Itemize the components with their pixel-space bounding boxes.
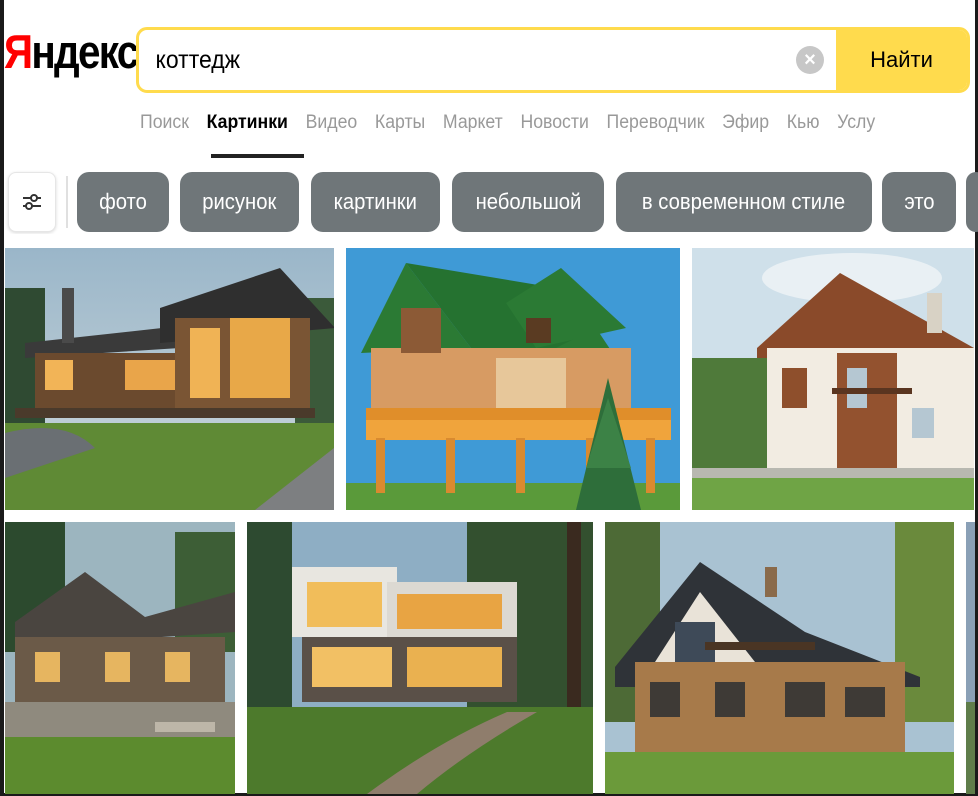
nav-services[interactable]: Услу: [837, 112, 875, 134]
logo-first-letter: Я: [4, 25, 33, 78]
services-nav: Поиск Картинки Видео Карты Маркет Новост…: [140, 112, 875, 134]
image-result-5[interactable]: [247, 522, 593, 794]
chip-label: небольшой: [475, 189, 581, 214]
image-result-4[interactable]: [5, 522, 235, 794]
chips-divider: [66, 176, 68, 228]
chip-small[interactable]: небольшой: [452, 172, 604, 232]
chip-label: рисунок: [202, 189, 277, 214]
chip-photo[interactable]: фото: [77, 172, 169, 232]
chip-this[interactable]: это: [882, 172, 956, 232]
brick-chalet-image: [605, 522, 954, 794]
active-tab-underline: [211, 154, 304, 158]
filter-button[interactable]: [8, 172, 56, 232]
wooden-chalet-image: [5, 248, 334, 510]
image-result-1[interactable]: [5, 248, 334, 510]
white-brown-house-image: [692, 248, 974, 510]
logo-rest: ндекс: [31, 25, 139, 78]
chip-label: это: [903, 189, 935, 214]
image-result-7[interactable]: [966, 522, 975, 794]
image-result-6[interactable]: [605, 522, 954, 794]
chip-label: фото: [99, 189, 147, 214]
chip-pictures[interactable]: картинки: [311, 172, 440, 232]
modern-white-villa-image: [247, 522, 593, 794]
chip-modern-style[interactable]: в современном стиле: [616, 172, 872, 232]
chip-label: в современном стиле: [642, 189, 846, 214]
chip-label: картинки: [333, 189, 418, 214]
chip-partial[interactable]: [966, 172, 978, 232]
window-frame-left: [0, 0, 4, 796]
partial-image: [966, 522, 975, 794]
search-button[interactable]: Найти: [836, 30, 967, 90]
nav-q[interactable]: Кью: [787, 112, 820, 134]
nav-video[interactable]: Видео: [306, 112, 358, 134]
sliders-icon: [23, 194, 41, 210]
stone-cottage-image: [5, 522, 235, 794]
green-roof-log-house-image: [346, 248, 680, 510]
nav-news[interactable]: Новости: [520, 112, 588, 134]
clear-icon[interactable]: ×: [796, 46, 824, 74]
image-result-3[interactable]: [692, 248, 974, 510]
search-input[interactable]: [139, 30, 744, 90]
nav-images[interactable]: Картинки: [207, 112, 288, 134]
chip-drawing[interactable]: рисунок: [180, 172, 299, 232]
nav-efir[interactable]: Эфир: [722, 112, 769, 134]
nav-translator[interactable]: Переводчик: [607, 112, 705, 134]
image-result-2[interactable]: [346, 248, 680, 510]
nav-market[interactable]: Маркет: [443, 112, 503, 134]
suggestion-chips: фото рисунок картинки небольшой в соврем…: [4, 168, 978, 234]
yandex-logo[interactable]: Яндекс: [4, 25, 139, 78]
nav-search[interactable]: Поиск: [140, 112, 189, 134]
search-box: × Найти: [136, 27, 970, 93]
nav-maps[interactable]: Карты: [375, 112, 425, 134]
